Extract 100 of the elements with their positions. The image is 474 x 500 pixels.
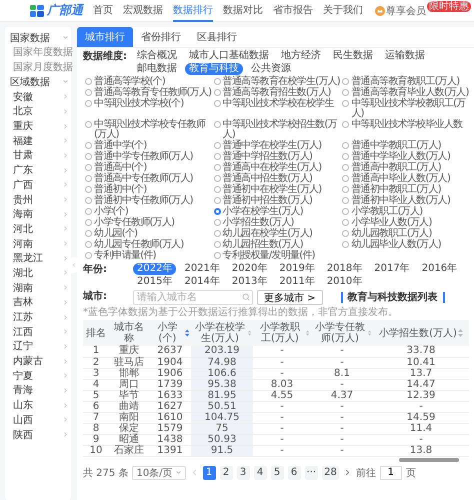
radio-button[interactable] bbox=[214, 153, 221, 160]
dimension-option[interactable]: 教育与科技 bbox=[185, 63, 243, 75]
sort-icon[interactable] bbox=[306, 329, 309, 337]
sidebar-item[interactable]: 江苏 bbox=[5, 310, 71, 324]
radio-label[interactable]: 普通初中(个) bbox=[94, 185, 147, 195]
dimension-option[interactable]: 城市人口基础数据 bbox=[185, 50, 273, 62]
radio-button[interactable] bbox=[342, 186, 350, 193]
page-button[interactable]: 6 bbox=[288, 466, 301, 480]
radio-label[interactable]: 普通初中招生数(万人) bbox=[222, 196, 312, 206]
radio-label[interactable]: 普通高等教育教职工(万人) bbox=[351, 77, 460, 87]
sidebar-item[interactable]: 陕西 bbox=[5, 427, 71, 442]
more-cities-button[interactable]: 更多城市 > bbox=[257, 290, 323, 305]
radio-label[interactable]: 普通中学毕业人数(万人) bbox=[351, 152, 450, 162]
radio-label[interactable]: 普通高等教育在校学生(万人) bbox=[222, 77, 340, 87]
column-header[interactable]: 小学(个) bbox=[149, 320, 191, 346]
year-option[interactable]: 2022年 bbox=[133, 263, 176, 275]
radio-button[interactable] bbox=[342, 164, 350, 171]
radio-label[interactable]: 幼儿园专任教师(万人) bbox=[94, 240, 184, 250]
sidebar-item[interactable]: 河北 bbox=[5, 222, 71, 236]
radio-button[interactable] bbox=[85, 100, 92, 107]
radio-label[interactable]: 普通初中教职工(万人) bbox=[351, 185, 441, 195]
radio-button[interactable] bbox=[85, 241, 92, 248]
sidebar-item[interactable]: 黑龙江 bbox=[5, 250, 71, 266]
radio-label[interactable]: 幼儿园在校学生(万人) bbox=[222, 229, 312, 239]
radio-label[interactable]: 中等职业技术学校毕业人数 bbox=[351, 120, 462, 130]
radio-label[interactable]: 专利授权量/发明量(件) bbox=[222, 251, 315, 261]
radio-button[interactable] bbox=[85, 219, 92, 226]
sidebar-item[interactable]: 广西 bbox=[5, 178, 71, 192]
tab[interactable]: 省份排行 bbox=[133, 27, 189, 47]
radio-label[interactable]: 中等职业技术学校招生数(万人) bbox=[222, 120, 340, 140]
radio-button[interactable] bbox=[342, 241, 350, 248]
collapse-handle[interactable] bbox=[71, 257, 77, 273]
sidebar-item[interactable]: 国家年度数据 bbox=[5, 45, 71, 60]
radio-button[interactable] bbox=[342, 100, 350, 107]
sidebar-item[interactable]: 甘肃 bbox=[5, 148, 71, 163]
radio-button[interactable] bbox=[214, 175, 221, 182]
radio-button[interactable] bbox=[85, 78, 92, 85]
radio-button[interactable] bbox=[214, 164, 221, 171]
radio-button[interactable] bbox=[214, 186, 221, 193]
logo-text[interactable]: 广部通 bbox=[47, 2, 83, 19]
tab[interactable]: 城市排行 bbox=[77, 27, 133, 47]
radio-label[interactable]: 中等职业技术学校在校学生 bbox=[222, 99, 334, 109]
radio-button[interactable] bbox=[214, 241, 221, 248]
nav-link[interactable]: 宏观数据 bbox=[123, 0, 163, 22]
city-search-field[interactable]: 请输入城市名 bbox=[133, 290, 253, 305]
sidebar-item[interactable]: 内蒙古 bbox=[5, 354, 71, 368]
sort-icon[interactable] bbox=[458, 329, 463, 337]
sidebar-group[interactable]: 区域数据 bbox=[5, 74, 71, 90]
radio-button[interactable] bbox=[214, 230, 221, 237]
member-link[interactable]: 尊享会员 bbox=[386, 4, 426, 18]
year-option[interactable]: 2018年 bbox=[322, 263, 366, 275]
radio-button[interactable] bbox=[214, 89, 221, 96]
nav-link[interactable]: 关于我们 bbox=[323, 0, 363, 22]
page-button[interactable]: 4 bbox=[254, 466, 267, 480]
radio-button[interactable] bbox=[85, 208, 92, 215]
year-option[interactable]: 2020年 bbox=[228, 263, 272, 275]
sidebar-item[interactable]: 江西 bbox=[5, 324, 71, 340]
radio-label[interactable]: 中等职业技术学校(个) bbox=[94, 99, 184, 109]
sidebar-item[interactable]: 海南 bbox=[5, 206, 71, 222]
radio-label[interactable]: 幼儿园(个) bbox=[94, 229, 138, 239]
radio-label[interactable]: 小学(个) bbox=[94, 207, 128, 217]
radio-button[interactable] bbox=[85, 252, 92, 259]
sidebar-item[interactable]: 山西 bbox=[5, 412, 71, 428]
radio-button[interactable] bbox=[85, 164, 92, 171]
sidebar-item[interactable]: 山东 bbox=[5, 398, 71, 412]
sidebar-item[interactable]: 广东 bbox=[5, 162, 71, 178]
dimension-option[interactable]: 运输数据 bbox=[381, 50, 429, 62]
dimension-option[interactable]: 民生数据 bbox=[329, 50, 377, 62]
radio-label[interactable]: 小学教职工(万人) bbox=[351, 207, 422, 217]
year-option[interactable]: 2015年 bbox=[133, 276, 176, 288]
sidebar-item[interactable]: 青海 bbox=[5, 383, 71, 398]
radio-label[interactable]: 小学专任教师(万人) bbox=[94, 218, 174, 228]
sidebar-item[interactable]: 安徽 bbox=[5, 89, 71, 104]
dimension-option[interactable]: 综合概况 bbox=[133, 50, 181, 62]
radio-label[interactable]: 普通高中(个) bbox=[94, 163, 147, 173]
page-button[interactable]: 5 bbox=[270, 466, 284, 480]
radio-label[interactable]: 幼儿园招生数(万人) bbox=[222, 240, 303, 250]
dimension-option[interactable]: 地方经济 bbox=[277, 50, 325, 62]
sidebar-item[interactable]: 吉林 bbox=[5, 295, 71, 310]
nav-link[interactable]: 首页 bbox=[93, 0, 113, 22]
year-option[interactable]: 2011年 bbox=[275, 276, 319, 288]
radio-button[interactable] bbox=[214, 100, 221, 107]
radio-label[interactable]: 普通中学教职工(万人) bbox=[351, 141, 441, 151]
radio-button[interactable] bbox=[342, 197, 350, 204]
radio-label[interactable]: 普通高等教育毕业人数(万人) bbox=[351, 88, 469, 98]
radio-button[interactable] bbox=[342, 89, 350, 96]
radio-label[interactable]: 普通中学招生数(万人) bbox=[222, 152, 312, 162]
nav-link[interactable]: 数据对比 bbox=[223, 0, 263, 22]
year-option[interactable]: 2019年 bbox=[275, 263, 319, 275]
radio-button[interactable] bbox=[85, 197, 92, 204]
year-option[interactable]: 2010年 bbox=[322, 276, 366, 288]
page-input[interactable]: 1 bbox=[380, 466, 402, 480]
radio-button[interactable] bbox=[214, 252, 221, 259]
sidebar-item[interactable]: 河南 bbox=[5, 236, 71, 251]
page-button[interactable]: 2 bbox=[220, 466, 233, 480]
sidebar-item[interactable]: 重庆 bbox=[5, 118, 71, 134]
page-size-select[interactable]: 10条/页 bbox=[132, 466, 186, 480]
radio-label[interactable]: 普通中学在校学生(万人) bbox=[222, 141, 322, 151]
year-option[interactable]: 2013年 bbox=[228, 276, 272, 288]
radio-button[interactable] bbox=[85, 230, 92, 237]
